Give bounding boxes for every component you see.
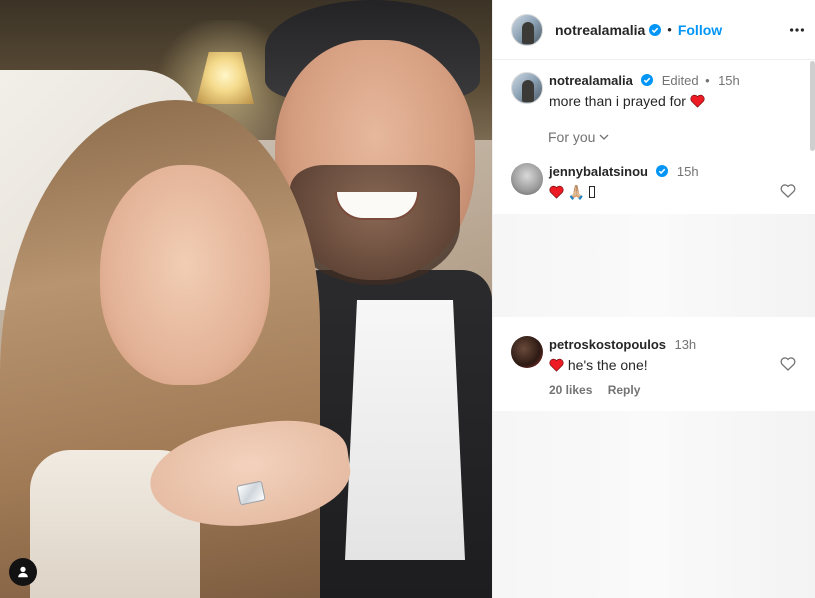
comment-body: petroskostopoulos 13h he's the one! 20 l… <box>549 336 801 397</box>
user-tag-glyph <box>18 566 28 578</box>
red-heart-emoji-icon <box>690 94 705 108</box>
comment-likes[interactable]: 20 likes <box>549 383 592 397</box>
verified-badge-icon <box>641 74 654 86</box>
caption-edited: Edited <box>661 73 699 88</box>
reply-button[interactable]: Reply <box>608 383 641 397</box>
post-photo[interactable] <box>0 0 492 598</box>
hidden-comment-placeholder <box>493 411 815 598</box>
photo-beard <box>290 165 460 285</box>
header-separator: • <box>667 22 672 37</box>
comment-row: petroskostopoulos 13h he's the one! 20 l… <box>493 336 815 397</box>
photo-tshirt <box>345 300 465 560</box>
commenter-avatar[interactable] <box>511 163 543 195</box>
caption-text: more than i prayed for <box>549 93 686 109</box>
comment-text-line: 🙏🏼 <box>549 184 801 201</box>
caption-text-line: more than i prayed for <box>549 93 801 109</box>
commenter-username[interactable]: petroskostopoulos <box>549 337 666 352</box>
verified-badge-icon <box>656 165 669 177</box>
heart-outline-icon[interactable] <box>780 356 796 372</box>
for-you-label: For you <box>548 129 596 145</box>
comment-actions: 20 likes Reply <box>549 383 801 397</box>
comment-text: he's the one! <box>567 357 648 373</box>
photo-woman-face <box>100 165 270 385</box>
for-you-dropdown[interactable]: For you <box>548 129 610 145</box>
three-dots-icon <box>789 28 805 32</box>
more-options-icon[interactable] <box>787 20 807 40</box>
comment-body: jennybalatsinou 15h 🙏🏼 <box>549 163 801 201</box>
commenter-username[interactable]: jennybalatsinou <box>549 164 648 179</box>
comment-emoji: 🙏🏼 <box>567 184 586 200</box>
follow-button[interactable]: Follow <box>678 22 722 38</box>
user-tag-icon[interactable] <box>9 558 37 586</box>
author-avatar[interactable] <box>511 13 543 46</box>
commenter-avatar[interactable] <box>511 336 543 368</box>
comment-row: jennybalatsinou 15h 🙏🏼 <box>493 163 815 201</box>
red-heart-emoji-icon <box>549 185 564 199</box>
author-username[interactable]: notrealamalia <box>555 22 645 38</box>
verified-badge-icon <box>649 23 662 36</box>
caption-author-avatar[interactable] <box>511 72 543 104</box>
post-side-panel: notrealamalia • Follow notrealamalia Edi… <box>492 0 815 598</box>
caption-row: notrealamalia Edited • 15h more than i p… <box>493 72 815 109</box>
heart-outline-icon[interactable] <box>780 183 796 199</box>
comment-time[interactable]: 13h <box>674 337 696 352</box>
missing-glyph-box <box>589 186 596 198</box>
chevron-down-icon <box>600 134 609 140</box>
hidden-comment-placeholder <box>493 214 815 317</box>
caption-time[interactable]: 15h <box>718 73 740 88</box>
caption-author[interactable]: notrealamalia <box>549 73 633 88</box>
caption-body: notrealamalia Edited • 15h more than i p… <box>549 72 801 109</box>
post-header: notrealamalia • Follow <box>493 0 815 60</box>
comment-time[interactable]: 15h <box>677 164 699 179</box>
red-heart-emoji-icon <box>549 358 564 372</box>
comments-section: notrealamalia Edited • 15h more than i p… <box>493 61 815 598</box>
caption-separator: • <box>705 73 710 88</box>
comment-text-line: he's the one! <box>549 357 801 373</box>
